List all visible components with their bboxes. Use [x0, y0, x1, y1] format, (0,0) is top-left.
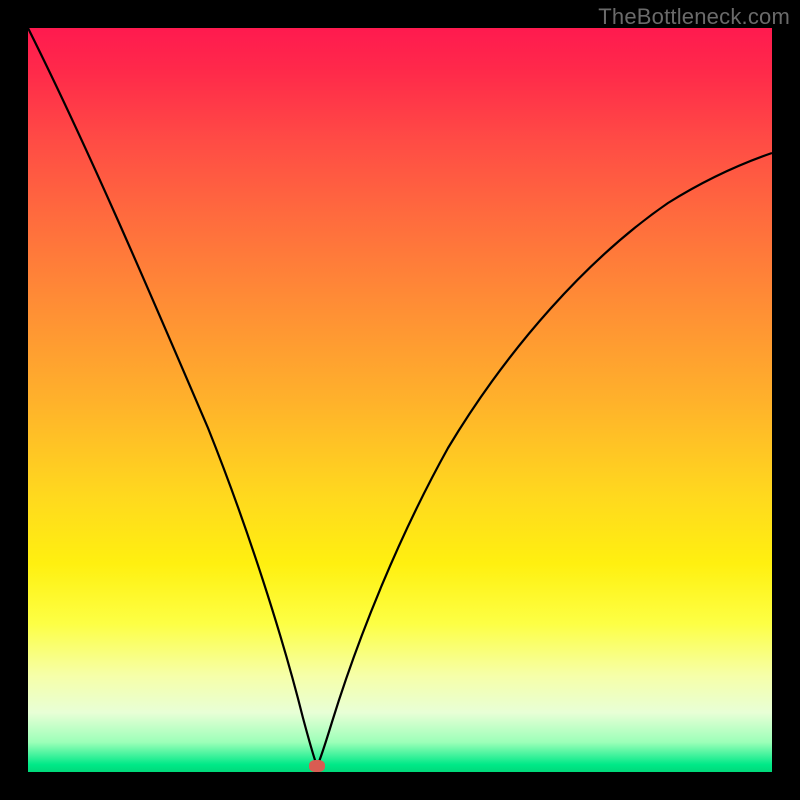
bottleneck-curve-path [28, 28, 772, 766]
watermark-text: TheBottleneck.com [598, 4, 790, 30]
curve-svg [28, 28, 772, 772]
plot-area [28, 28, 772, 772]
optimum-marker [309, 760, 325, 772]
chart-frame: TheBottleneck.com [0, 0, 800, 800]
